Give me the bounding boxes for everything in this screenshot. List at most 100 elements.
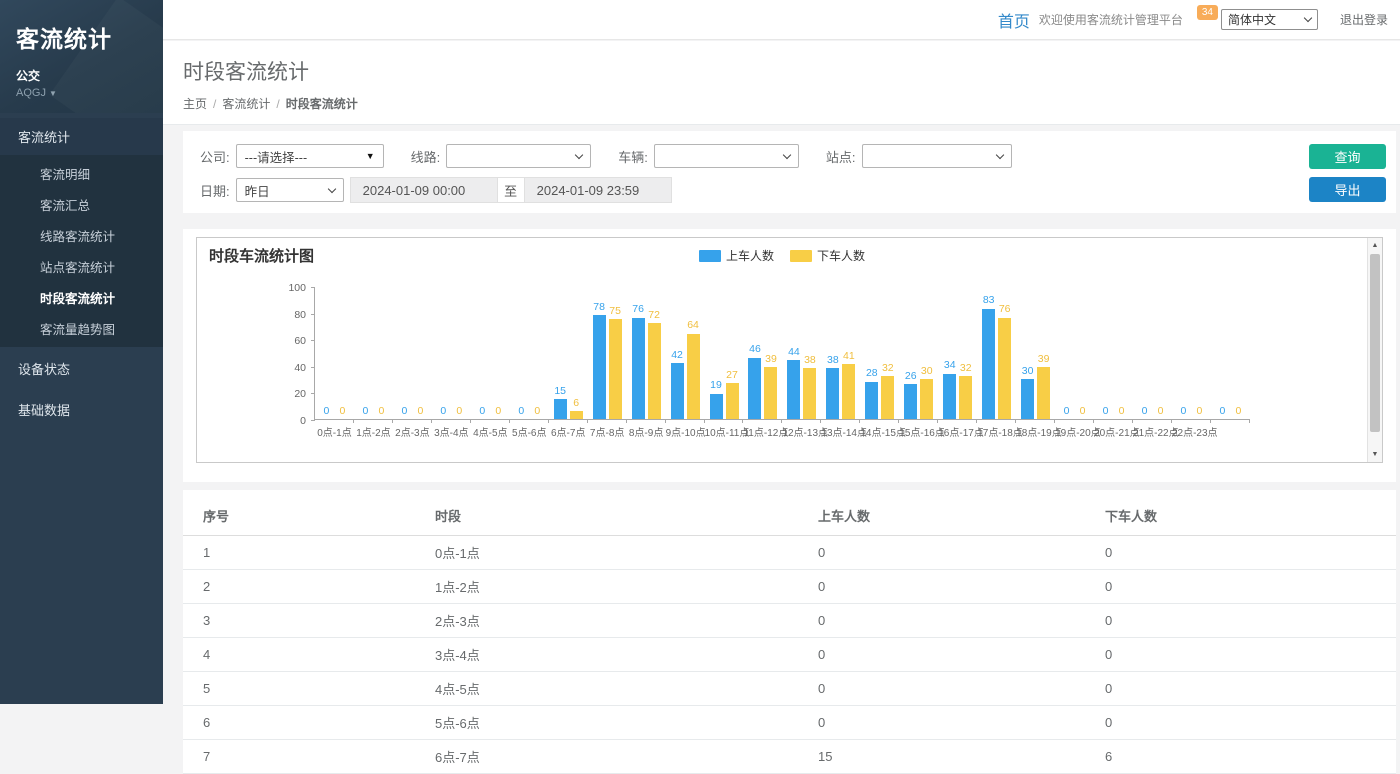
table-row[interactable]: 43点-4点00 [183, 638, 1396, 672]
bar-下车人数[interactable]: 32 [959, 287, 972, 419]
bar-上车人数[interactable]: 19 [710, 287, 723, 419]
bar-上车人数[interactable]: 42 [671, 287, 684, 419]
bar-下车人数[interactable]: 0 [1193, 287, 1206, 419]
table-row[interactable]: 65点-6点00 [183, 706, 1396, 740]
chart-vertical-scrollbar[interactable]: ▲ ▼ [1367, 238, 1382, 462]
scroll-down-arrow-icon[interactable]: ▼ [1368, 448, 1382, 461]
breadcrumb-home[interactable]: 主页 [183, 97, 207, 111]
bar-下车人数[interactable]: 41 [842, 287, 855, 419]
scrollbar-thumb[interactable] [1370, 254, 1380, 432]
bar-上车人数[interactable]: 0 [1060, 287, 1073, 419]
bar-上车人数[interactable]: 38 [826, 287, 839, 419]
bar-上车人数[interactable]: 0 [1099, 287, 1112, 419]
query-button[interactable]: 查询 [1309, 144, 1386, 169]
bar-上车人数[interactable]: 0 [1177, 287, 1190, 419]
bar-下车人数[interactable]: 0 [531, 287, 544, 419]
bar-下车人数[interactable]: 30 [920, 287, 933, 419]
bar-下车人数[interactable]: 0 [453, 287, 466, 419]
bar-下车人数[interactable]: 27 [726, 287, 739, 419]
bar-上车人数[interactable]: 0 [437, 287, 450, 419]
bar-下车人数[interactable]: 72 [648, 287, 661, 419]
sidebar-item-trend-chart[interactable]: 客流量趋势图 [0, 313, 163, 344]
bar-下车人数[interactable]: 0 [336, 287, 349, 419]
logout-link[interactable]: 退出登录 [1340, 11, 1388, 28]
bar-上车人数[interactable]: 46 [748, 287, 761, 419]
legend-item[interactable]: 下车人数 [790, 247, 865, 264]
org-code-dropdown[interactable]: AQGJ ▼ [16, 87, 147, 99]
table-cell: 1点-2点 [427, 570, 810, 604]
bar-上车人数[interactable]: 78 [593, 287, 606, 419]
bar-下车人数[interactable]: 0 [1232, 287, 1245, 419]
sidebar-item-passenger-stats[interactable]: 客流统计 [0, 118, 163, 155]
table-row[interactable]: 21点-2点00 [183, 570, 1396, 604]
x-axis-category-label: 13点-14点 [821, 424, 860, 439]
sidebar-item-station-stats[interactable]: 站点客流统计 [0, 251, 163, 282]
bar-上车人数[interactable]: 15 [554, 287, 567, 419]
bar-下车人数[interactable]: 6 [570, 287, 583, 419]
bar-上车人数[interactable]: 30 [1021, 287, 1034, 419]
bar-上车人数[interactable]: 26 [904, 287, 917, 419]
sidebar-item-period-stats[interactable]: 时段客流统计 [0, 282, 163, 313]
bar-下车人数[interactable]: 75 [609, 287, 622, 419]
date-to-input[interactable]: 2024-01-09 23:59 [524, 177, 672, 203]
bar-上车人数[interactable]: 0 [359, 287, 372, 419]
bar-下车人数[interactable]: 0 [375, 287, 388, 419]
bar-上车人数[interactable]: 76 [632, 287, 645, 419]
bar-value-label: 0 [1235, 406, 1241, 417]
bar-下车人数[interactable]: 0 [1076, 287, 1089, 419]
topbar: 首页 欢迎使用客流统计管理平台 34 简体中文 退出登录 [163, 0, 1400, 40]
bar-下车人数[interactable]: 0 [1115, 287, 1128, 419]
table-row[interactable]: 76点-7点156 [183, 740, 1396, 774]
bar-下车人数[interactable]: 32 [881, 287, 894, 419]
bar-上车人数[interactable]: 34 [943, 287, 956, 419]
bar-上车人数[interactable]: 44 [787, 287, 800, 419]
bar-下车人数[interactable]: 38 [803, 287, 816, 419]
scroll-up-arrow-icon[interactable]: ▲ [1368, 239, 1382, 252]
sidebar-item-base-data[interactable]: 基础数据 [0, 390, 163, 429]
bar-上车人数[interactable]: 0 [1138, 287, 1151, 419]
bar-上车人数[interactable]: 0 [476, 287, 489, 419]
export-button[interactable]: 导出 [1309, 177, 1386, 202]
language-select[interactable]: 简体中文 [1221, 9, 1318, 30]
bar-上车人数[interactable]: 0 [320, 287, 333, 419]
bar-value-label: 30 [921, 366, 933, 377]
bar-下车人数[interactable]: 0 [414, 287, 427, 419]
breadcrumb-separator: / [276, 97, 279, 111]
home-link[interactable]: 首页 [998, 8, 1030, 32]
y-axis-tick-label: 0 [276, 415, 306, 427]
bar-上车人数[interactable]: 0 [398, 287, 411, 419]
bar-value-label: 0 [1103, 406, 1109, 417]
sidebar-item-line-stats[interactable]: 线路客流统计 [0, 220, 163, 251]
bar-group: 343216点-17点 [938, 287, 977, 419]
company-select[interactable]: ---请选择--- ▼ [236, 144, 384, 168]
table-row[interactable]: 10点-1点00 [183, 536, 1396, 570]
line-select[interactable] [446, 144, 591, 168]
table-row[interactable]: 54点-5点00 [183, 672, 1396, 706]
bar-下车人数[interactable]: 0 [492, 287, 505, 419]
bar-下车人数[interactable]: 64 [687, 287, 700, 419]
bar-上车人数[interactable]: 0 [1216, 287, 1229, 419]
notification-badge[interactable]: 34 [1197, 5, 1218, 20]
bar-下车人数[interactable]: 39 [1037, 287, 1050, 419]
bar-rect [632, 318, 645, 419]
bar-上车人数[interactable]: 28 [865, 287, 878, 419]
sidebar-item-passenger-detail[interactable]: 客流明细 [0, 158, 163, 189]
bar-下车人数[interactable]: 39 [764, 287, 777, 419]
date-preset-select[interactable]: 昨日 [236, 178, 344, 202]
date-from-input[interactable]: 2024-01-09 00:00 [350, 177, 498, 203]
bar-groups: 000点-1点001点-2点002点-3点003点-4点004点-5点005点-… [315, 287, 1250, 419]
x-axis-tick [1093, 419, 1094, 423]
breadcrumb-passenger-stats[interactable]: 客流统计 [222, 97, 270, 111]
table-row[interactable]: 32点-3点00 [183, 604, 1396, 638]
station-select[interactable] [862, 144, 1012, 168]
bar-下车人数[interactable]: 0 [1154, 287, 1167, 419]
sidebar-item-passenger-summary[interactable]: 客流汇总 [0, 189, 163, 220]
bar-上车人数[interactable]: 83 [982, 287, 995, 419]
y-axis-tick [311, 420, 315, 421]
legend-item[interactable]: 上车人数 [699, 247, 774, 264]
bar-下车人数[interactable]: 76 [998, 287, 1011, 419]
bar-上车人数[interactable]: 0 [515, 287, 528, 419]
table-cell: 0 [810, 536, 1097, 570]
vehicle-select[interactable] [654, 144, 799, 168]
sidebar-item-device-status[interactable]: 设备状态 [0, 349, 163, 388]
